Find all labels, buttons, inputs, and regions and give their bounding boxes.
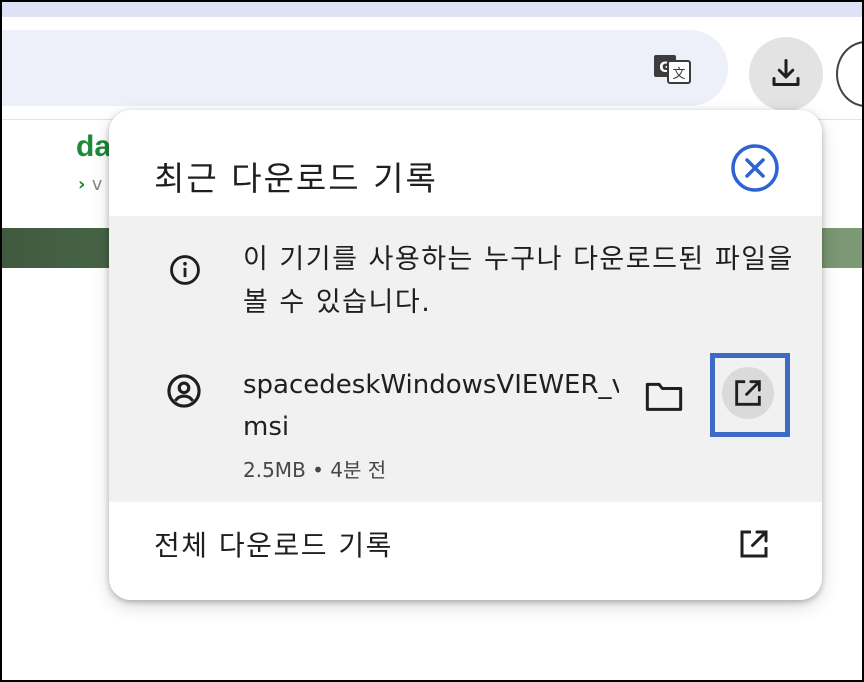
site-logo: da [76,130,112,163]
show-in-folder-button[interactable] [641,376,687,416]
open-in-new-icon [734,524,774,564]
open-in-new-icon [735,380,761,406]
full-history-row[interactable]: 전체 다운로드 기록 [109,502,822,600]
close-button[interactable] [729,142,781,194]
download-file-name-extension: msi [243,412,290,442]
info-banner-text: 이 기기를 사용하는 누구나 다운로드된 파일을 볼 수 있습니다. [243,244,794,318]
account-circle-icon [165,372,203,410]
window-top-strip [0,0,864,17]
translate-icon[interactable]: G 文 [652,51,692,87]
browser-toolbar: G 文 [0,17,864,120]
subtitle-arrow: › [78,174,86,195]
download-button[interactable] [749,37,823,111]
profile-button[interactable] [836,41,864,107]
svg-text:文: 文 [672,67,685,82]
close-icon [731,144,779,192]
download-icon [772,59,800,86]
full-history-label: 전체 다운로드 기록 [154,529,393,562]
download-file-name: spacedeskWindowsVIEWER_v [243,370,619,400]
downloads-bubble: 최근 다운로드 기록 이 기기를 사용하는 누구나 다운로드된 파일을 볼 수 … [109,110,822,600]
open-file-button[interactable] [722,367,774,419]
site-subtitle: › v [78,174,102,195]
address-bar[interactable] [0,30,728,106]
info-icon [167,252,203,288]
folder-icon [645,382,683,411]
subtitle-text: v [91,174,103,195]
info-banner: 이 기기를 사용하는 누구나 다운로드된 파일을 볼 수 있습니다. [109,216,822,344]
popup-title: 최근 다운로드 기록 [154,159,438,198]
download-file-meta: 2.5MB • 4분 전 [243,458,387,482]
download-item[interactable]: spacedeskWindowsVIEWER_v msi 2.5MB • 4분 … [109,344,822,502]
